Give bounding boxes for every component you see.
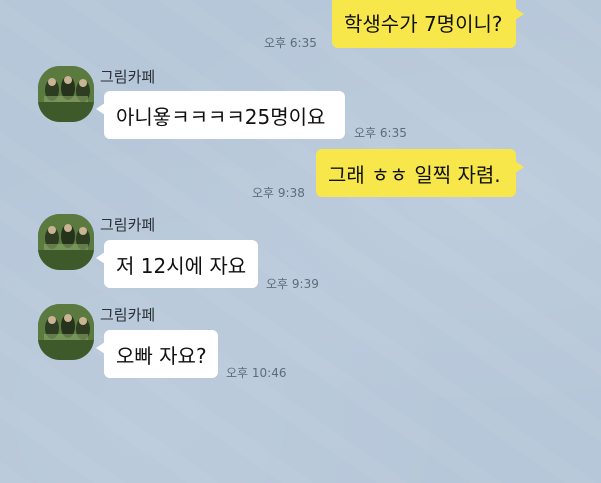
message-timestamp: 오후 10:46 (226, 366, 287, 380)
outgoing-message-bubble[interactable]: 그래 ㅎㅎ 일찍 자렴. (316, 149, 524, 197)
group-photo-avatar-icon (38, 304, 94, 360)
outgoing-message-bubble[interactable]: 학생수가 7명이니? (332, 0, 524, 48)
sender-avatar[interactable] (38, 66, 94, 122)
incoming-message-bubble[interactable]: 아니욯ㅋㅋㅋㅋ25명이요 (96, 91, 345, 139)
incoming-message-bubble[interactable]: 저 12시에 자요 (96, 240, 258, 288)
message-timestamp: 오후 9:39 (266, 277, 319, 291)
incoming-message-bubble[interactable]: 오빠 자요? (96, 330, 218, 378)
group-photo-avatar-icon (38, 214, 94, 270)
sender-avatar[interactable] (38, 214, 94, 270)
sender-name: 그림카페 (100, 306, 156, 324)
message-timestamp: 오후 9:38 (252, 186, 305, 200)
message-timestamp: 오후 6:35 (264, 36, 317, 50)
sender-avatar[interactable] (38, 304, 94, 360)
sender-name: 그림카페 (100, 68, 156, 86)
group-photo-avatar-icon (38, 66, 94, 122)
sender-name: 그림카페 (100, 216, 156, 234)
message-timestamp: 오후 6:35 (354, 126, 407, 140)
